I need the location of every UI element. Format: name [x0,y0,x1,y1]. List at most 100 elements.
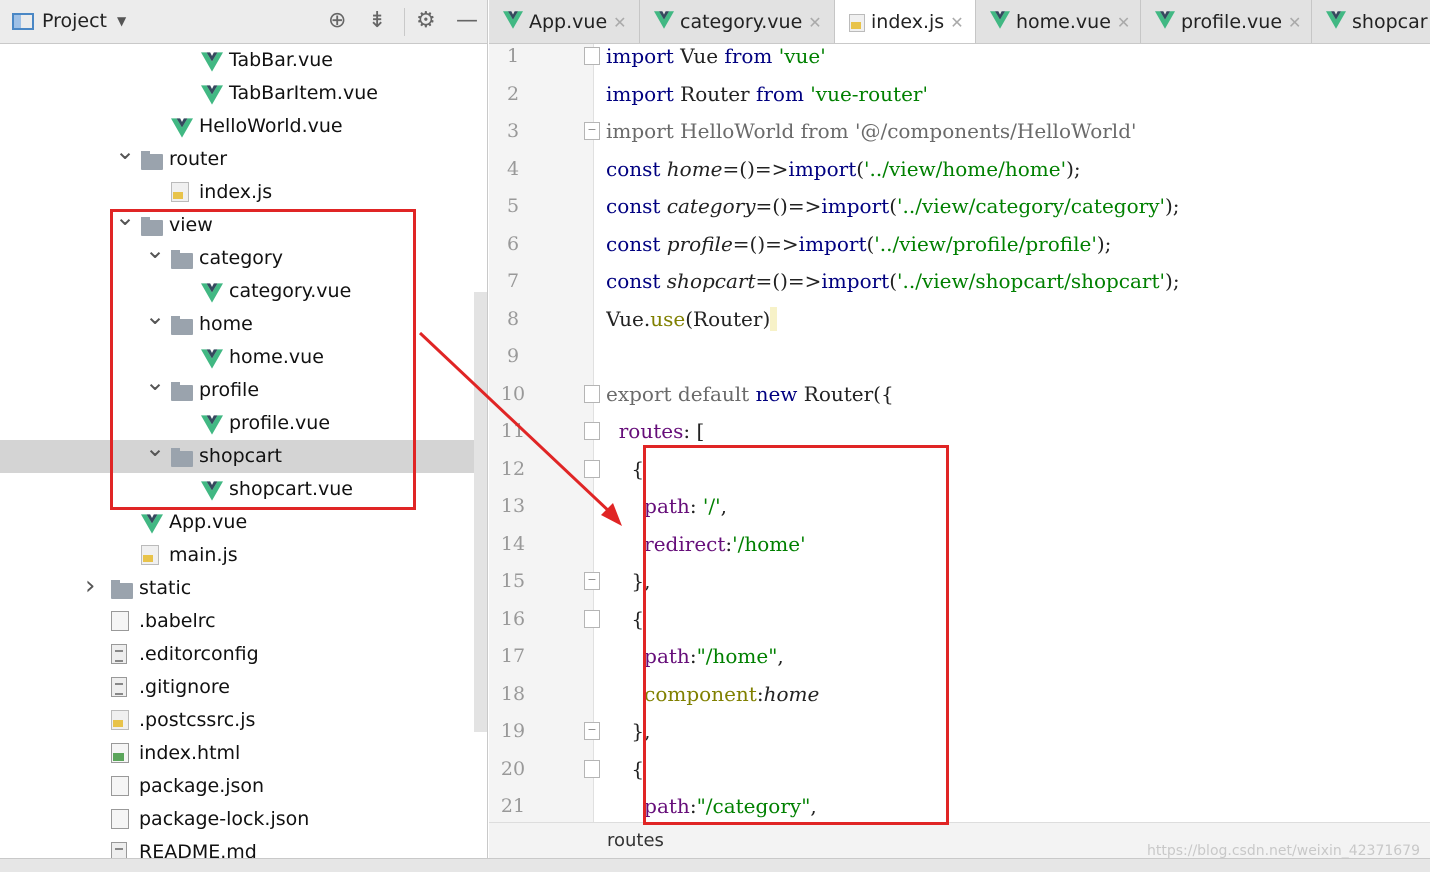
tree-item-shopcart[interactable]: ⌄ shopcart [0,434,487,473]
code-line: export default new Router({ [606,376,894,413]
fold-marker-icon[interactable]: − [584,122,600,140]
code-token: '/home' [732,531,806,556]
close-icon[interactable]: ✕ [1117,13,1130,32]
tree-item-router[interactable]: ⌄ router [0,137,474,176]
minimize-icon[interactable]: — [456,9,478,33]
code-token: '../view/profile/profile' [874,231,1097,256]
code-token: routes [618,419,684,443]
code-token: Router [673,81,756,106]
tree-item-gitignore[interactable]: .gitignore [0,671,474,704]
chevron-right-icon[interactable]: › [85,570,95,603]
tab-category-vue[interactable]: category.vue ✕ [640,0,835,43]
code-token: =()=> [732,231,799,256]
tree-item-package-json[interactable]: package.json [0,770,474,803]
code-token: 'vue-router' [803,81,928,106]
tree-item-home-vue[interactable]: home.vue [0,341,474,374]
chevron-down-icon[interactable]: ⌄ [145,432,165,465]
config-file-icon [111,776,129,796]
code-line: import HelloWorld from '@/components/Hel… [606,113,1137,150]
tree-item-editorconfig[interactable]: .editorconfig [0,638,474,671]
code-token: path [644,494,690,518]
tree-item-index-js[interactable]: index.js [0,176,474,209]
tree-item-label: home [199,313,253,335]
fold-marker-icon[interactable]: − [584,572,600,590]
gear-icon[interactable]: ⚙ [416,9,436,33]
code-line: const home=()=>import('../view/home/home… [606,151,1081,188]
code-token: { [606,456,645,481]
project-scrollbar[interactable] [474,292,487,732]
tree-item-app-vue[interactable]: App.vue [0,506,474,539]
vue-file-icon [201,347,223,369]
tree-item-babelrc[interactable]: .babelrc [0,605,474,638]
code-token: ); [1096,231,1112,256]
code-token: "/home" [696,644,778,668]
code-token: : [689,644,697,668]
tree-item-main-js[interactable]: main.js [0,539,474,572]
fold-marker-icon[interactable] [584,422,600,440]
code-line: routes: [ [606,413,705,450]
code-token: Router({ [797,381,894,406]
project-view-selector[interactable]: Project ▼ [12,10,126,32]
fold-marker-icon[interactable] [584,384,600,403]
close-icon[interactable]: ✕ [1288,13,1301,32]
chevron-down-icon[interactable]: ⌄ [145,300,165,333]
line-number: 2 [506,82,520,105]
fold-marker-icon[interactable] [584,759,600,778]
vue-file-icon [990,1,1010,44]
chevron-down-icon[interactable]: ⌄ [115,201,135,234]
tree-item-package-lock-json[interactable]: package-lock.json [0,803,474,836]
code-line: component:home [606,676,819,713]
locate-icon[interactable]: ⊕ [328,9,346,33]
tree-item-profile[interactable]: ⌄ profile [0,368,474,407]
code-line: { [606,601,644,638]
code-token: ); [1165,194,1180,218]
chevron-down-icon[interactable]: ⌄ [145,234,165,267]
tree-item-category[interactable]: ⌄ category [0,236,474,275]
tree-item-postcssrc-js[interactable]: .postcssrc.js [0,704,474,737]
tree-item-label: package-lock.json [139,808,310,830]
line-number: 6 [506,232,520,255]
tree-item-static[interactable]: › static [0,570,474,605]
collapse-icon[interactable]: ⇟ [368,9,386,33]
tree-item-shopcart-vue[interactable]: shopcart.vue [0,473,474,506]
close-icon[interactable]: ✕ [950,13,963,32]
folder-icon [141,151,163,170]
tree-item-label: shopcart.vue [229,478,353,500]
vue-file-icon [141,512,163,534]
tab-index-js[interactable]: index.js ✕ [835,0,976,43]
close-icon[interactable]: ✕ [808,13,821,32]
tree-item-tabbaritem-vue[interactable]: TabBarItem.vue [0,77,474,110]
code-line: redirect:'/home' [606,526,806,563]
fold-marker-icon[interactable] [584,459,600,478]
chevron-down-icon[interactable]: ⌄ [145,366,165,399]
chevron-down-icon[interactable]: ⌄ [115,135,135,168]
tree-item-index-html[interactable]: index.html [0,737,474,770]
code-token: '../view/shopcart/shopcart' [897,269,1166,293]
tree-item-view[interactable]: ⌄ view [0,203,474,242]
line-number: 8 [506,307,520,330]
code-token: { [606,756,645,781]
tree-item-readme-md[interactable]: README.md [0,836,474,858]
tree-item-tabbar-vue[interactable]: TabBar.vue [0,44,474,77]
tab-shopcar[interactable]: shopcar [1312,0,1430,43]
close-icon[interactable]: ✕ [613,13,626,32]
tree-item-label: profile.vue [229,412,331,434]
code-token: }, [606,569,651,593]
tab-profile-vue[interactable]: profile.vue ✕ [1141,0,1312,43]
fold-marker-icon[interactable] [584,609,600,628]
tab-home-vue[interactable]: home.vue ✕ [976,0,1141,44]
tree-item-profile-vue[interactable]: profile.vue [0,407,474,440]
code-token: (Router) [685,306,771,331]
code-token: '/' [702,494,721,518]
code-token: path [644,794,690,818]
breadcrumb-routes[interactable]: routes [607,830,664,851]
code-token: use [650,306,686,331]
tree-item-category-vue[interactable]: category.vue [0,275,474,308]
fold-marker-icon[interactable]: − [584,722,600,740]
tree-item-label: view [169,214,213,236]
fold-marker-icon[interactable] [584,47,600,65]
tree-item-home[interactable]: ⌄ home [0,302,474,341]
tree-item-helloworld-vue[interactable]: HelloWorld.vue [0,110,474,143]
code-editor[interactable]: import Vue from 'vue' import Router from … [606,44,1430,822]
